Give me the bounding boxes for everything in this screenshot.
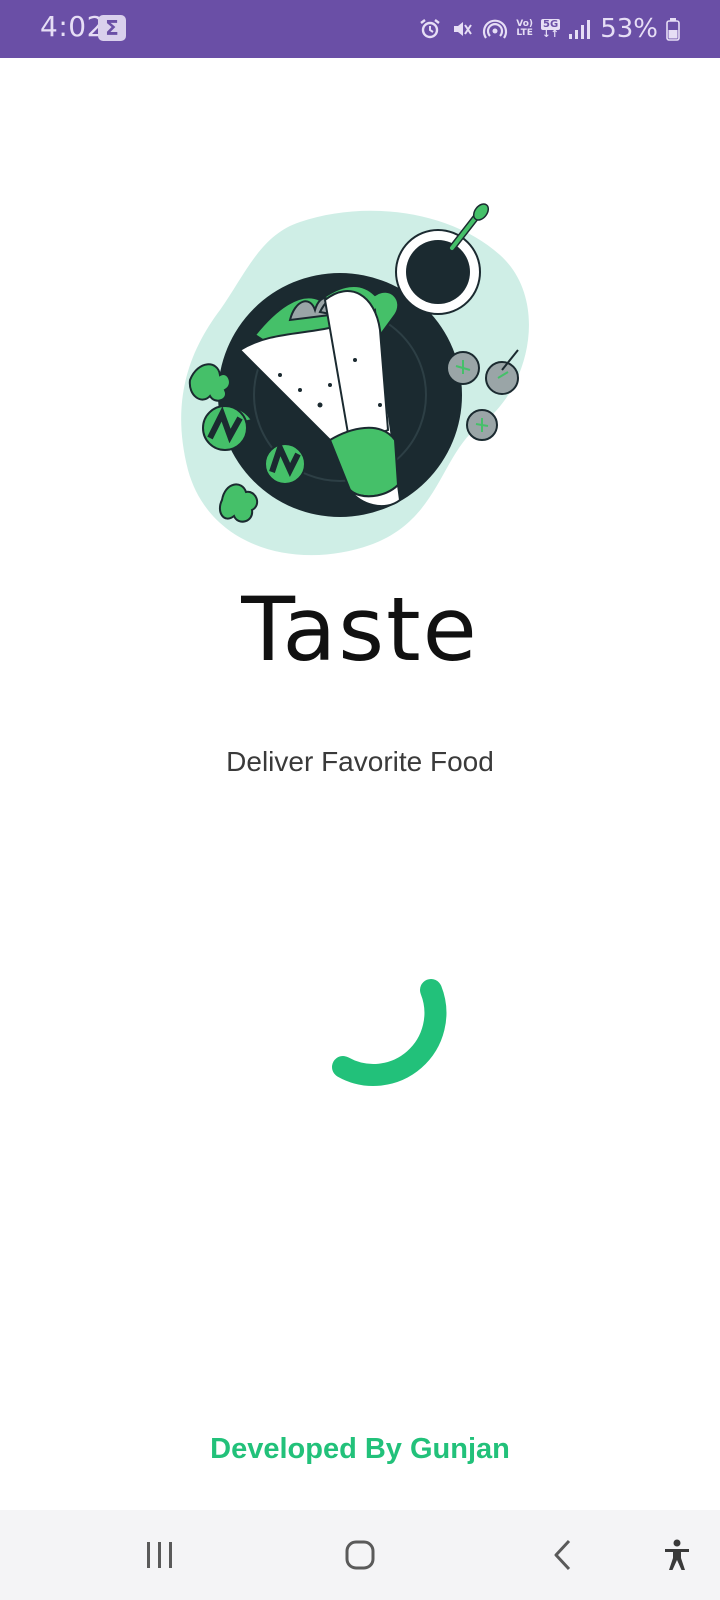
status-time: 4:02 — [40, 10, 105, 43]
app-tagline: Deliver Favorite Food — [226, 746, 494, 777]
sigma-notification-icon: Σ — [98, 15, 126, 41]
battery-percent: 53% — [600, 14, 658, 44]
status-icons: Vo) LTE 5G ↓↑ 53% — [418, 12, 680, 46]
data-arrows-icon: ↓↑ — [542, 29, 559, 40]
status-bar: 4:02 Σ Vo) LTE 5G ↓↑ 53% — [0, 0, 720, 58]
battery-icon — [666, 18, 680, 41]
accessibility-icon — [665, 1539, 689, 1570]
loading-spinner — [332, 979, 447, 1086]
home-icon — [345, 1540, 375, 1570]
hotspot-icon — [483, 19, 508, 39]
back-button[interactable] — [518, 1510, 608, 1600]
burrito-wrap-illustration — [181, 203, 529, 556]
mute-icon — [454, 22, 473, 36]
alarm-icon — [420, 19, 440, 39]
signal-icon — [569, 20, 591, 39]
5g-icon: 5G ↓↑ — [541, 19, 561, 40]
recent-apps-icon — [147, 1542, 172, 1568]
volte-icon: Vo) LTE — [516, 20, 533, 38]
lte-label: LTE — [516, 28, 533, 38]
navigation-bar — [0, 1510, 720, 1600]
app-title: Taste — [241, 578, 479, 681]
recent-apps-button[interactable] — [115, 1510, 205, 1600]
accessibility-button[interactable] — [632, 1510, 720, 1600]
back-icon — [554, 1539, 571, 1571]
home-button[interactable] — [315, 1510, 405, 1600]
developer-credit: Developed By Gunjan — [210, 1433, 510, 1465]
